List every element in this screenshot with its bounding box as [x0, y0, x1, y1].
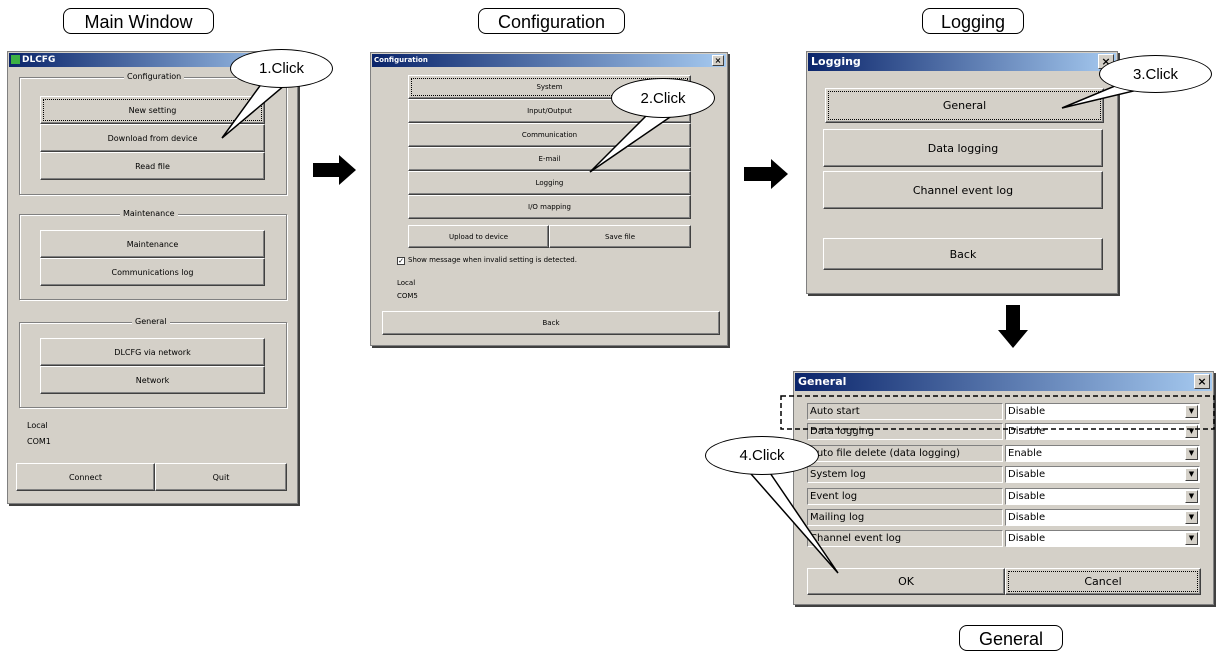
arrow-down-icon	[998, 305, 1028, 348]
channel-event-log-button[interactable]: Channel event log	[823, 171, 1103, 209]
download-from-device-button[interactable]: Download from device	[40, 124, 265, 152]
chevron-down-icon[interactable]: ▼	[1185, 511, 1198, 524]
ok-button[interactable]: OK	[807, 568, 1005, 595]
logging-titlebar: Logging ×	[808, 53, 1116, 71]
chevron-down-icon[interactable]: ▼	[1185, 468, 1198, 481]
setting-select-event-log[interactable]: Disable ▼	[1005, 488, 1200, 505]
setting-value: Disable	[1008, 469, 1046, 480]
configuration-group-title: Configuration	[124, 72, 185, 81]
setting-value: Disable	[1008, 512, 1046, 523]
config-back-button[interactable]: Back	[382, 311, 720, 335]
upload-to-device-button[interactable]: Upload to device	[408, 225, 549, 248]
dlcfg-via-network-button[interactable]: DLCFG via network	[40, 338, 265, 366]
main-status-line1: Local	[27, 421, 48, 430]
setting-value: Disable	[1008, 406, 1046, 417]
callout-step-1: 1.Click	[230, 49, 333, 88]
chevron-down-icon[interactable]: ▼	[1185, 532, 1198, 545]
connect-button[interactable]: Connect	[16, 463, 155, 491]
setting-select-channel-event-log[interactable]: Disable ▼	[1005, 530, 1200, 547]
general-label: General	[959, 625, 1063, 651]
logging-back-button[interactable]: Back	[823, 238, 1103, 270]
chevron-down-icon[interactable]: ▼	[1185, 447, 1198, 460]
read-file-button[interactable]: Read file	[40, 152, 265, 180]
io-mapping-button[interactable]: I/O mapping	[408, 195, 691, 219]
setting-select-mailing-log[interactable]: Disable ▼	[1005, 509, 1200, 526]
general-button[interactable]: General	[825, 88, 1104, 123]
config-status-line1: Local	[397, 279, 416, 287]
main-window-title: DLCFG	[22, 55, 56, 65]
chevron-down-icon[interactable]: ▼	[1185, 490, 1198, 503]
setting-label-channel-event-log: Channel event log	[807, 530, 1003, 547]
communication-button[interactable]: Communication	[408, 123, 691, 147]
callout-step-2: 2.Click	[611, 78, 715, 118]
arrow-right-icon	[313, 155, 356, 185]
setting-select-data-logging[interactable]: Disable ▼	[1005, 423, 1200, 440]
logging-button[interactable]: Logging	[408, 171, 691, 195]
configuration-label: Configuration	[478, 8, 625, 34]
logging-label: Logging	[922, 8, 1024, 34]
general-window-title: General	[798, 375, 847, 388]
setting-label-data-logging: Data logging	[807, 423, 1003, 440]
general-close-button[interactable]: ×	[1194, 374, 1210, 389]
data-logging-button[interactable]: Data logging	[823, 129, 1103, 167]
maintenance-group-title: Maintenance	[120, 209, 178, 218]
setting-value: Disable	[1008, 426, 1046, 437]
communications-log-button[interactable]: Communications log	[40, 258, 265, 286]
setting-label-event-log: Event log	[807, 488, 1003, 505]
new-setting-button[interactable]: New setting	[40, 96, 265, 124]
general-window: General × Auto start Disable ▼ Data loggi…	[793, 371, 1214, 605]
email-button[interactable]: E-mail	[408, 147, 691, 171]
callout-step-4: 4.Click	[705, 436, 819, 475]
logging-window-title: Logging	[811, 55, 861, 68]
configuration-titlebar: Configuration ×	[372, 54, 726, 67]
callout-step-3: 3.Click	[1099, 55, 1212, 93]
save-file-button[interactable]: Save file	[549, 225, 691, 248]
setting-select-auto-file-delete[interactable]: Enable ▼	[1005, 445, 1200, 462]
general-titlebar: General ×	[795, 373, 1212, 391]
configuration-window-title: Configuration	[374, 56, 428, 64]
general-group-title: General	[132, 317, 170, 326]
configuration-close-button[interactable]: ×	[712, 55, 724, 66]
setting-select-system-log[interactable]: Disable ▼	[1005, 466, 1200, 483]
maintenance-button[interactable]: Maintenance	[40, 230, 265, 258]
network-button[interactable]: Network	[40, 366, 265, 394]
chevron-down-icon[interactable]: ▼	[1185, 425, 1198, 438]
show-message-label: Show message when invalid setting is det…	[408, 256, 577, 264]
cancel-button[interactable]: Cancel	[1005, 568, 1201, 595]
logging-window: Logging × General Data logging Channel e…	[806, 51, 1118, 294]
setting-select-auto-start[interactable]: Disable ▼	[1005, 403, 1200, 420]
config-status-line2: COM5	[397, 292, 418, 300]
setting-label-auto-start: Auto start	[807, 403, 1003, 420]
setting-label-mailing-log: Mailing log	[807, 509, 1003, 526]
quit-button[interactable]: Quit	[155, 463, 287, 491]
main-window-label: Main Window	[63, 8, 214, 34]
setting-value: Disable	[1008, 533, 1046, 544]
setting-label-system-log: System log	[807, 466, 1003, 483]
app-icon	[11, 55, 20, 64]
chevron-down-icon[interactable]: ▼	[1185, 405, 1198, 418]
main-window: DLCFG Configuration New setting Download…	[7, 51, 298, 504]
show-message-checkbox[interactable]: ✓	[397, 257, 405, 265]
setting-label-auto-file-delete: Auto file delete (data logging)	[807, 445, 1003, 462]
main-status-line2: COM1	[27, 437, 51, 446]
setting-value: Disable	[1008, 491, 1046, 502]
arrow-right-icon	[744, 159, 788, 189]
setting-value: Enable	[1008, 448, 1043, 459]
